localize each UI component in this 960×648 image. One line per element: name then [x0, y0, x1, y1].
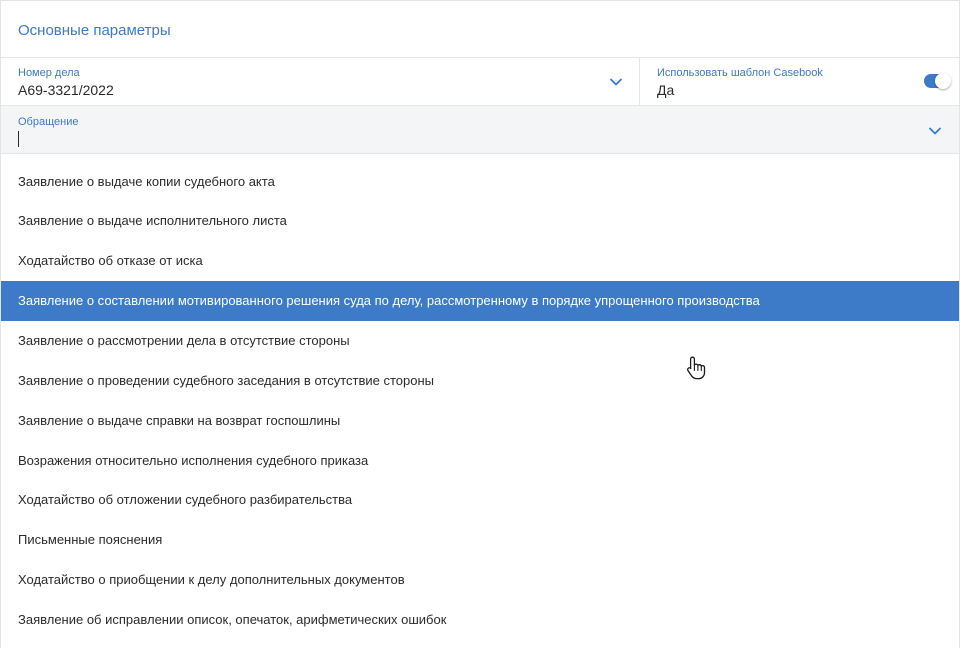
dropdown-option-label: Возражения относительно исполнения судеб…	[18, 453, 369, 468]
case-number-select[interactable]: Номер дела А69-3321/2022	[1, 58, 640, 105]
case-number-label: Номер дела	[18, 67, 80, 79]
casebook-template-label: Использовать шаблон Casebook	[657, 67, 823, 79]
form-panel: Основные параметры Номер дела А69-3321/2…	[0, 0, 960, 648]
dropdown-option[interactable]: Заявление о проведении судебного заседан…	[1, 361, 959, 401]
dropdown-option-label: Заявление о рассмотрении дела в отсутств…	[18, 333, 350, 348]
dropdown-option-label: Письменные пояснения	[18, 532, 163, 547]
dropdown-option[interactable]: Заявление о выдаче копии судебного акта	[1, 162, 959, 202]
casebook-template-toggle[interactable]	[924, 73, 951, 89]
dropdown-option[interactable]: Ходатайство об отложении судебного разби…	[1, 480, 959, 520]
casebook-template-field: Использовать шаблон Casebook Да	[641, 58, 959, 105]
dropdown-option-label: Ходатайство об отказе от иска	[18, 253, 203, 268]
dropdown-option[interactable]: Заявление о выдаче исполнительного листа	[1, 201, 959, 241]
dropdown-option[interactable]: Ходатайство о приобщении к делу дополнит…	[1, 560, 959, 600]
text-caret	[18, 131, 19, 147]
dropdown-option-label: Заявление о выдаче справки на возврат го…	[18, 413, 341, 428]
dropdown-option-label: Заявление о проведении судебного заседан…	[18, 373, 434, 388]
chevron-down-icon[interactable]	[608, 74, 624, 90]
toggle-knob	[935, 73, 951, 89]
dropdown-option-label: Ходатайство о приобщении к делу дополнит…	[18, 572, 405, 587]
dropdown-option-label: Заявление о составлении мотивированного …	[18, 293, 760, 308]
dropdown-option[interactable]: Заявление об исправлении описок, опечато…	[1, 600, 959, 640]
form-row-main: Номер дела А69-3321/2022 Использовать ша…	[1, 58, 959, 106]
request-label: Обращение	[18, 116, 79, 128]
dropdown-option[interactable]: Заявление о выдаче справки на возврат го…	[1, 401, 959, 441]
request-dropdown-list: Заявление о выдаче копии судебного акта …	[1, 154, 959, 648]
section-title: Основные параметры	[18, 22, 171, 39]
request-select[interactable]: Обращение	[1, 106, 959, 154]
dropdown-option-label: Заявление о выдаче исполнительного листа	[18, 213, 287, 228]
casebook-template-value: Да	[657, 82, 675, 98]
dropdown-option-label: Заявление о выдаче копии судебного акта	[18, 174, 275, 189]
dropdown-option[interactable]: Возражения относительно исполнения судеб…	[1, 441, 959, 481]
chevron-down-icon[interactable]	[927, 123, 943, 139]
dropdown-option-label: Ходатайство об отложении судебного разби…	[18, 492, 353, 507]
dropdown-option[interactable]: Письменные пояснения	[1, 520, 959, 560]
dropdown-option-label: Заявление об исправлении описок, опечато…	[18, 612, 447, 627]
section-header: Основные параметры	[1, 1, 959, 58]
dropdown-option-selected[interactable]: Заявление о составлении мотивированного …	[1, 281, 959, 321]
dropdown-option[interactable]: Ходатайство об отказе от иска	[1, 241, 959, 281]
case-number-value: А69-3321/2022	[18, 82, 114, 98]
dropdown-option[interactable]: Заявление о рассмотрении дела в отсутств…	[1, 321, 959, 361]
